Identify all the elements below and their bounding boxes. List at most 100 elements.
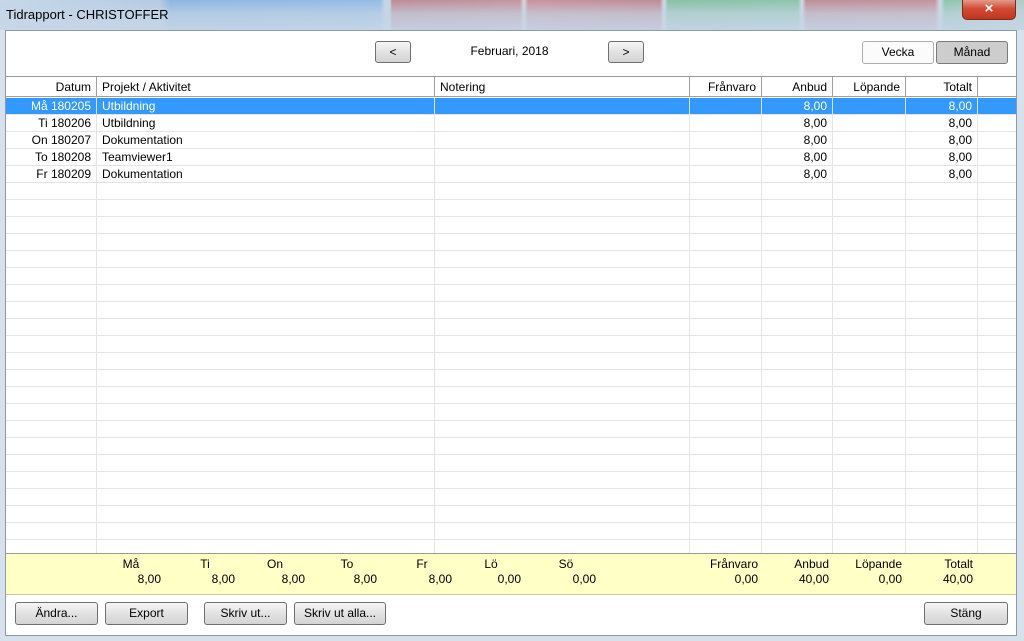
cell-lopande	[833, 166, 906, 183]
table-row[interactable]	[6, 217, 1016, 234]
table-row[interactable]	[6, 285, 1016, 302]
cell-anbud: 8,00	[762, 149, 833, 166]
skriv-ut-alla-button[interactable]: Skriv ut alla...	[294, 602, 386, 625]
summary-day-label: Sö	[558, 557, 574, 571]
summary-franvaro-label: Frånvaro	[709, 557, 758, 571]
close-icon: ×	[984, 0, 994, 17]
andra-button[interactable]: Ändra...	[15, 602, 98, 625]
table-row[interactable]	[6, 404, 1016, 421]
summary-lopande-value: 0,00	[878, 572, 902, 586]
previous-month-button[interactable]: <	[375, 41, 411, 63]
cell-totalt: 8,00	[906, 149, 978, 166]
cell-totalt: 8,00	[906, 166, 978, 183]
summary-day-label: To	[340, 557, 354, 571]
time-report-window: Tidrapport - CHRISTOFFER × < Februari, 2…	[0, 0, 1024, 641]
table-row[interactable]: Fr 180209 Dokumentation 8,00 8,00	[6, 166, 1016, 183]
time-entries-grid: Datum Projekt / Aktivitet Notering Frånv…	[6, 76, 1016, 554]
cell-anbud: 8,00	[762, 98, 833, 115]
summary-totalt-label: Totalt	[944, 557, 973, 571]
cell-notering	[435, 132, 690, 149]
cell-datum: On 180207	[6, 132, 97, 149]
next-month-button[interactable]: >	[608, 41, 644, 63]
client-area: < Februari, 2018 > Vecka Månad Datum Pro…	[5, 30, 1017, 636]
cell-anbud: 8,00	[762, 166, 833, 183]
cell-anbud: 8,00	[762, 115, 833, 132]
column-header-lopande[interactable]: Löpande	[833, 77, 906, 97]
table-row[interactable]	[6, 523, 1016, 540]
table-row[interactable]	[6, 472, 1016, 489]
cell-franvaro	[690, 149, 762, 166]
table-row[interactable]	[6, 506, 1016, 523]
cell-franvaro	[690, 98, 762, 115]
window-title: Tidrapport - CHRISTOFFER	[6, 7, 169, 22]
month-label: Februari, 2018	[470, 44, 549, 58]
table-row[interactable]	[6, 302, 1016, 319]
summary-day-value: 8,00	[281, 572, 305, 586]
table-row[interactable]: On 180207 Dokumentation 8,00 8,00	[6, 132, 1016, 149]
summary-totalt-value: 40,00	[942, 572, 973, 586]
column-header-projekt[interactable]: Projekt / Aktivitet	[97, 77, 435, 97]
cell-lopande	[833, 132, 906, 149]
cell-notering	[435, 166, 690, 183]
cell-notering	[435, 115, 690, 132]
column-header-datum[interactable]: Datum	[6, 77, 97, 97]
summary-day-value: 0,00	[572, 572, 596, 586]
table-row[interactable]	[6, 489, 1016, 506]
table-row[interactable]	[6, 268, 1016, 285]
summary-anbud-value: 40,00	[798, 572, 829, 586]
table-row[interactable]	[6, 421, 1016, 438]
summary-day-value: 8,00	[211, 572, 235, 586]
summary-day-label: Må	[122, 557, 140, 571]
summary-day-label: Ti	[200, 557, 210, 571]
table-row[interactable]: Ti 180206 Utbildning 8,00 8,00	[6, 115, 1016, 132]
table-row[interactable]	[6, 455, 1016, 472]
column-header-anbud[interactable]: Anbud	[762, 77, 833, 97]
table-row[interactable]	[6, 370, 1016, 387]
title-bar[interactable]: Tidrapport - CHRISTOFFER ×	[0, 0, 1024, 30]
column-header-franvaro[interactable]: Frånvaro	[690, 77, 762, 97]
table-row[interactable]: Må 180205 Utbildning 8,00 8,00	[6, 98, 1016, 115]
column-header-filler	[978, 77, 1016, 97]
summary-day-value: 8,00	[428, 572, 452, 586]
cell-notering	[435, 98, 690, 115]
table-row[interactable]	[6, 387, 1016, 404]
skriv-ut-button[interactable]: Skriv ut...	[204, 602, 287, 625]
cell-totalt: 8,00	[906, 132, 978, 149]
cell-totalt: 8,00	[906, 98, 978, 115]
table-row[interactable]	[6, 234, 1016, 251]
month-view-button[interactable]: Månad	[936, 41, 1008, 64]
cell-projekt: Teamviewer1	[97, 149, 435, 166]
cell-franvaro	[690, 166, 762, 183]
cell-datum: Fr 180209	[6, 166, 97, 183]
table-row[interactable]	[6, 438, 1016, 455]
summary-anbud-label: Anbud	[794, 557, 829, 571]
cell-projekt: Dokumentation	[97, 166, 435, 183]
table-row[interactable]	[6, 353, 1016, 370]
cell-lopande	[833, 115, 906, 132]
cell-datum: To 180208	[6, 149, 97, 166]
cell-datum: Ti 180206	[6, 115, 97, 132]
summary-day-value: 0,00	[497, 572, 521, 586]
stang-button[interactable]: Stäng	[924, 602, 1008, 625]
export-button[interactable]: Export	[105, 602, 188, 625]
cell-totalt: 8,00	[906, 115, 978, 132]
table-row[interactable]	[6, 336, 1016, 353]
week-view-button[interactable]: Vecka	[862, 41, 934, 64]
summary-lopande-label: Löpande	[855, 557, 902, 571]
column-header-notering[interactable]: Notering	[435, 77, 690, 97]
cell-lopande	[833, 149, 906, 166]
column-header-totalt[interactable]: Totalt	[906, 77, 978, 97]
table-row[interactable]	[6, 251, 1016, 268]
cell-projekt: Dokumentation	[97, 132, 435, 149]
summary-bar: Må 8,00 Ti 8,00 On 8,00 To 8,00 Fr 8,00 Lö 0,00 Sö 0,…	[6, 554, 1016, 595]
table-row[interactable]	[6, 319, 1016, 336]
table-row[interactable]	[6, 183, 1016, 200]
cell-projekt: Utbildning	[97, 115, 435, 132]
close-button[interactable]: ×	[962, 0, 1016, 20]
summary-day-value: 8,00	[353, 572, 377, 586]
table-row[interactable]	[6, 200, 1016, 217]
cell-franvaro	[690, 132, 762, 149]
table-row[interactable]: To 180208 Teamviewer1 8,00 8,00	[6, 149, 1016, 166]
summary-franvaro-value: 0,00	[734, 572, 758, 586]
summary-day-value: 8,00	[137, 572, 161, 586]
